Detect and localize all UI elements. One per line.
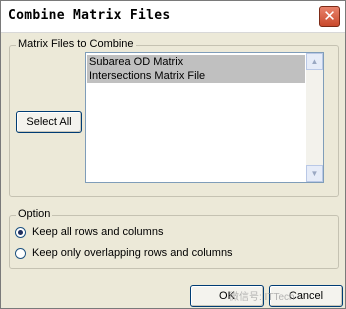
watermark-text: 微信号: ITTech xyxy=(229,292,295,303)
window-title: Combine Matrix Files xyxy=(8,8,171,23)
dialog-window: Combine Matrix Files ✕ Matrix Files to C… xyxy=(0,0,346,309)
radio-button[interactable] xyxy=(15,248,26,259)
arrow-up-icon[interactable]: ▲ xyxy=(306,53,323,70)
option-group: Option xyxy=(9,208,339,269)
arrow-down-icon[interactable]: ▼ xyxy=(306,165,323,182)
matrix-files-list[interactable]: Subarea OD Matrix Intersections Matrix F… xyxy=(85,52,324,183)
option-keep-overlapping-label[interactable]: Keep only overlapping rows and columns xyxy=(32,247,233,259)
vertical-scrollbar[interactable]: ▲ ▼ xyxy=(306,53,323,182)
matrix-files-group-label: Matrix Files to Combine xyxy=(16,38,136,50)
list-item[interactable]: Intersections Matrix File xyxy=(87,69,305,83)
close-icon: ✕ xyxy=(323,8,336,25)
option-group-label: Option xyxy=(16,208,53,220)
title-bar: Combine Matrix Files ✕ xyxy=(1,1,345,33)
close-button[interactable]: ✕ xyxy=(319,6,340,27)
radio-checked-dot xyxy=(18,230,23,235)
list-item[interactable]: Subarea OD Matrix xyxy=(87,55,305,69)
radio-button[interactable] xyxy=(15,227,26,238)
select-all-button[interactable]: Select All xyxy=(16,111,82,133)
option-keep-all-label[interactable]: Keep all rows and columns xyxy=(32,226,163,238)
